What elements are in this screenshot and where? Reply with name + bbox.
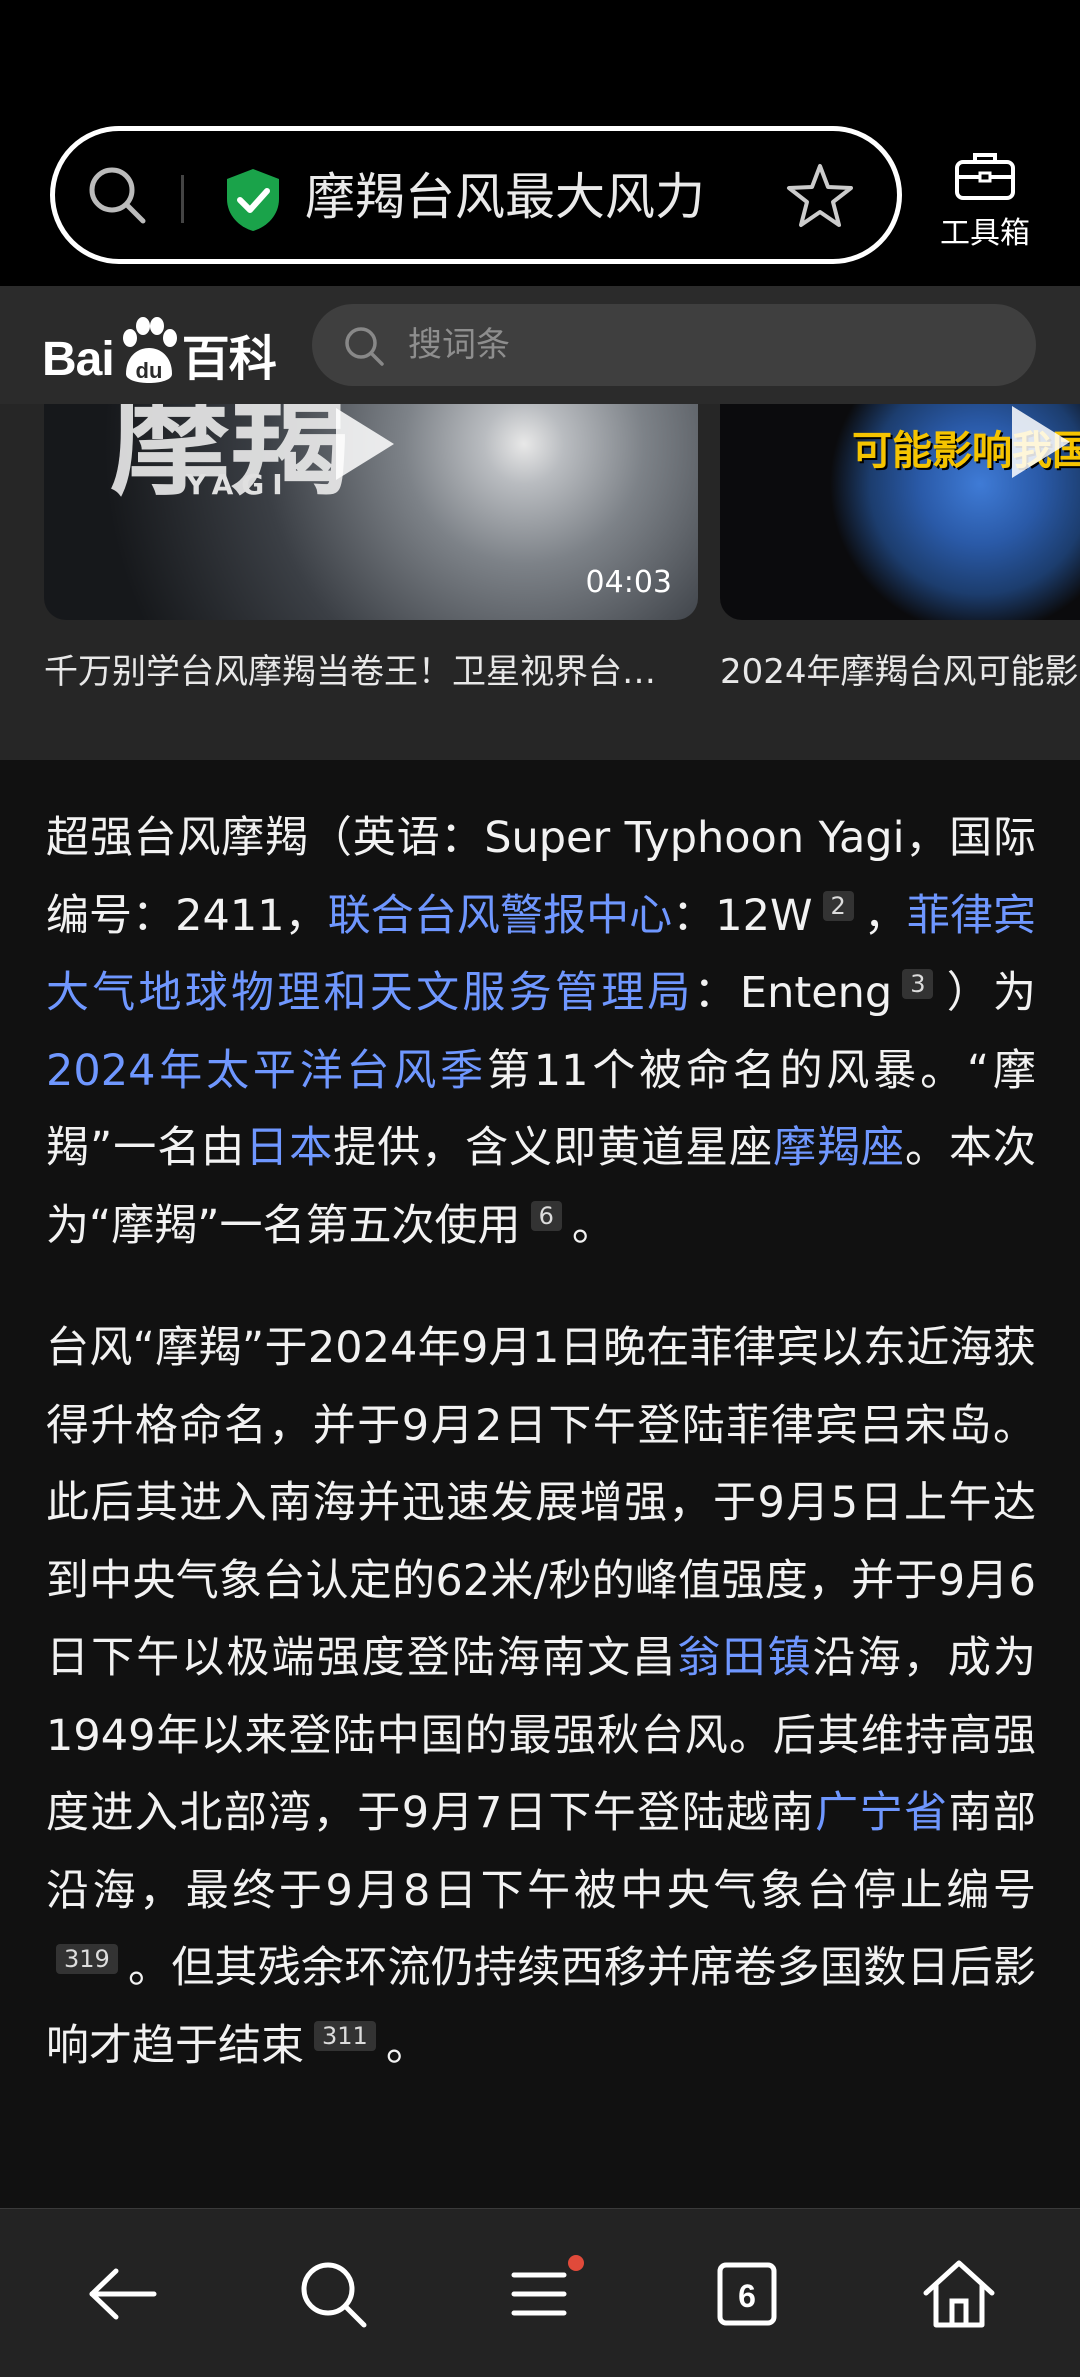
article-text: ）为 — [943, 968, 1037, 1018]
security-shield-icon[interactable] — [223, 167, 283, 233]
menu-button[interactable] — [494, 2249, 584, 2339]
video-duration: 04:03 — [585, 565, 672, 600]
paw-logo-icon: du — [116, 316, 180, 390]
tabs-button[interactable]: 6 — [702, 2249, 792, 2339]
search-button[interactable] — [288, 2249, 378, 2339]
address-divider — [181, 175, 184, 223]
video-carousel[interactable]: 摩羯 YAGI 04:03 千万别学台风摩羯当卷王！卫星视界台… 可能影响我国 … — [0, 404, 1080, 760]
back-arrow-icon — [89, 2268, 157, 2320]
baike-header: Bai du 百科 搜词条 — [0, 286, 1080, 404]
reference-marker[interactable]: 311 — [314, 2021, 376, 2052]
reference-marker[interactable]: 6 — [530, 1201, 562, 1232]
article-link[interactable]: 日本 — [245, 1123, 333, 1173]
article-link[interactable]: 联合台风警报中心 — [328, 891, 672, 941]
article-link[interactable]: 广宁省 — [815, 1788, 948, 1838]
search-icon — [345, 327, 384, 366]
article-text: 台风“摩羯”于2024年9月1日晚在菲律宾以东近海获得升格命名，并于9月2日下午… — [46, 1323, 1036, 1683]
video-thumbnail[interactable]: 摩羯 YAGI 04:03 — [44, 404, 698, 620]
back-button[interactable] — [78, 2249, 168, 2339]
video-title[interactable]: 千万别学台风摩羯当卷王！卫星视界台… — [44, 644, 694, 693]
play-icon[interactable] — [1012, 406, 1070, 478]
article-link[interactable]: 摩羯座 — [773, 1123, 905, 1173]
reference-marker[interactable]: 319 — [56, 1943, 118, 1974]
logo-text-left: Bai — [42, 333, 115, 386]
tabs-count: 6 — [738, 2278, 756, 2314]
bookmark-star-icon[interactable] — [785, 161, 855, 231]
article-text: 。 — [571, 1200, 615, 1251]
baike-search-placeholder: 搜词条 — [408, 325, 510, 365]
search-icon[interactable] — [85, 163, 149, 227]
logo-text-right: 百科 — [181, 333, 277, 386]
address-query-text[interactable]: 摩羯台风最大风力 — [305, 161, 705, 233]
tabs-icon: 6 — [717, 2262, 777, 2326]
toolbox-button[interactable]: 工具箱 — [930, 150, 1040, 252]
article-text: 提供，含义即黄道星座 — [333, 1123, 774, 1173]
home-icon — [923, 2260, 995, 2328]
video-title[interactable]: 2024年摩羯台风可能影 — [720, 644, 1080, 693]
video-thumbnail[interactable]: 可能影响我国 — [720, 404, 1080, 620]
search-icon — [301, 2262, 367, 2328]
reference-marker[interactable]: 3 — [902, 968, 934, 999]
baike-search-input[interactable]: 搜词条 — [312, 304, 1036, 386]
toolbox-icon — [955, 153, 1015, 200]
browser-top-bar: 摩羯台风最大风力 工具箱 — [0, 0, 1080, 286]
notification-dot — [568, 2255, 584, 2271]
thumbnail-sub-text: YAGI — [186, 468, 291, 501]
play-icon[interactable] — [336, 408, 394, 480]
svg-text:du: du — [135, 358, 162, 383]
article-text: ， — [863, 890, 907, 941]
reference-marker[interactable]: 2 — [822, 891, 854, 922]
bottom-navigation-bar: 6 — [0, 2208, 1080, 2377]
home-button[interactable] — [914, 2249, 1004, 2339]
baidu-baike-logo[interactable]: Bai du 百科 — [42, 300, 277, 390]
summary-paragraph-1: 超强台风摩羯（英语：Super Typhoon Yagi，国际编号：2411，联… — [46, 800, 1036, 1265]
summary-paragraph-2: 台风“摩羯”于2024年9月1日晚在菲律宾以东近海获得升格命名，并于9月2日下午… — [46, 1310, 1036, 2085]
address-bar[interactable]: 摩羯台风最大风力 — [50, 126, 902, 264]
article-text: 。 — [385, 2020, 429, 2071]
toolbox-label: 工具箱 — [940, 216, 1030, 251]
article-text: ：Enteng — [693, 968, 893, 1018]
article-link[interactable]: 翁田镇 — [677, 1633, 812, 1683]
article-body: 超强台风摩羯（英语：Super Typhoon Yagi，国际编号：2411，联… — [0, 760, 1080, 2208]
article-text: ：12W — [672, 890, 813, 941]
article-link[interactable]: 2024年太平洋台风季 — [46, 1046, 487, 1096]
article-text: 。但其残余环流仍持续西移并席卷多国数日后影响才趋于结束 — [46, 1943, 1036, 2071]
